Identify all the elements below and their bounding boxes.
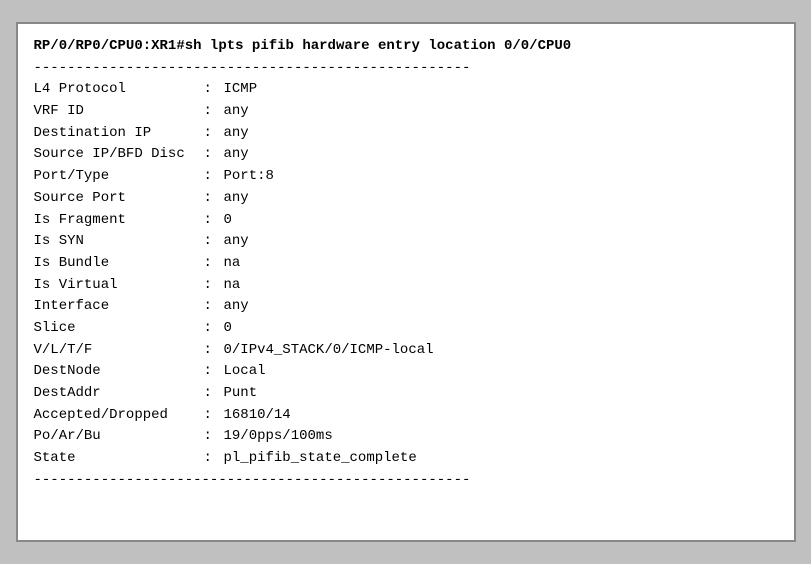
- terminal-window: RP/0/RP0/CPU0:XR1#sh lpts pifib hardware…: [16, 22, 796, 542]
- entry-key: Is Virtual: [34, 275, 204, 297]
- entry-value: Port:8: [224, 166, 778, 188]
- entry-value: pl_pifib_state_complete: [224, 448, 778, 470]
- table-row: Is SYN : any: [34, 231, 778, 253]
- entry-key: DestAddr: [34, 383, 204, 405]
- entry-separator: :: [204, 296, 224, 318]
- entry-key: Interface: [34, 296, 204, 318]
- entry-separator: :: [204, 383, 224, 405]
- entry-key: L4 Protocol: [34, 79, 204, 101]
- entry-key: Source IP/BFD Disc: [34, 144, 204, 166]
- entry-separator: :: [204, 144, 224, 166]
- entry-key: Is Bundle: [34, 253, 204, 275]
- entry-value: Local: [224, 361, 778, 383]
- entry-key: Slice: [34, 318, 204, 340]
- divider-top: ----------------------------------------…: [34, 58, 778, 80]
- table-row: Accepted/Dropped : 16810/14: [34, 405, 778, 427]
- entry-value: any: [224, 231, 778, 253]
- entry-separator: :: [204, 231, 224, 253]
- entry-value: 16810/14: [224, 405, 778, 427]
- command-line: RP/0/RP0/CPU0:XR1#sh lpts pifib hardware…: [34, 36, 778, 58]
- table-row: V/L/T/F : 0/IPv4_STACK/0/ICMP-local: [34, 340, 778, 362]
- entry-separator: :: [204, 340, 224, 362]
- entry-value: any: [224, 188, 778, 210]
- entry-separator: :: [204, 361, 224, 383]
- table-row: VRF ID : any: [34, 101, 778, 123]
- entry-separator: :: [204, 318, 224, 340]
- entry-separator: :: [204, 210, 224, 232]
- table-row: DestAddr : Punt: [34, 383, 778, 405]
- entries-container: L4 Protocol : ICMPVRF ID : anyDestinatio…: [34, 79, 778, 469]
- entry-separator: :: [204, 405, 224, 427]
- entry-separator: :: [204, 123, 224, 145]
- table-row: Source Port : any: [34, 188, 778, 210]
- entry-separator: :: [204, 188, 224, 210]
- table-row: DestNode : Local: [34, 361, 778, 383]
- entry-key: VRF ID: [34, 101, 204, 123]
- entry-key: Is SYN: [34, 231, 204, 253]
- table-row: Po/Ar/Bu : 19/0pps/100ms: [34, 426, 778, 448]
- entry-value: 0: [224, 210, 778, 232]
- entry-value: na: [224, 253, 778, 275]
- entry-key: Accepted/Dropped: [34, 405, 204, 427]
- entry-key: Po/Ar/Bu: [34, 426, 204, 448]
- entry-value: any: [224, 296, 778, 318]
- entry-value: any: [224, 144, 778, 166]
- entry-separator: :: [204, 166, 224, 188]
- table-row: Slice : 0: [34, 318, 778, 340]
- entry-separator: :: [204, 79, 224, 101]
- entry-key: DestNode: [34, 361, 204, 383]
- entry-key: Is Fragment: [34, 210, 204, 232]
- table-row: Is Virtual : na: [34, 275, 778, 297]
- entry-separator: :: [204, 448, 224, 470]
- entry-separator: :: [204, 426, 224, 448]
- entry-separator: :: [204, 253, 224, 275]
- divider-bottom: ----------------------------------------…: [34, 470, 778, 492]
- table-row: Interface : any: [34, 296, 778, 318]
- entry-value: 0: [224, 318, 778, 340]
- entry-separator: :: [204, 101, 224, 123]
- table-row: L4 Protocol : ICMP: [34, 79, 778, 101]
- entry-key: Port/Type: [34, 166, 204, 188]
- entry-value: na: [224, 275, 778, 297]
- entry-value: any: [224, 123, 778, 145]
- entry-value: any: [224, 101, 778, 123]
- entry-key: State: [34, 448, 204, 470]
- table-row: Port/Type : Port:8: [34, 166, 778, 188]
- table-row: Is Fragment : 0: [34, 210, 778, 232]
- table-row: Destination IP : any: [34, 123, 778, 145]
- entry-key: Source Port: [34, 188, 204, 210]
- table-row: State : pl_pifib_state_complete: [34, 448, 778, 470]
- entry-value: 0/IPv4_STACK/0/ICMP-local: [224, 340, 778, 362]
- entry-value: Punt: [224, 383, 778, 405]
- entry-value: 19/0pps/100ms: [224, 426, 778, 448]
- entry-key: Destination IP: [34, 123, 204, 145]
- entry-separator: :: [204, 275, 224, 297]
- table-row: Is Bundle : na: [34, 253, 778, 275]
- entry-key: V/L/T/F: [34, 340, 204, 362]
- table-row: Source IP/BFD Disc : any: [34, 144, 778, 166]
- entry-value: ICMP: [224, 79, 778, 101]
